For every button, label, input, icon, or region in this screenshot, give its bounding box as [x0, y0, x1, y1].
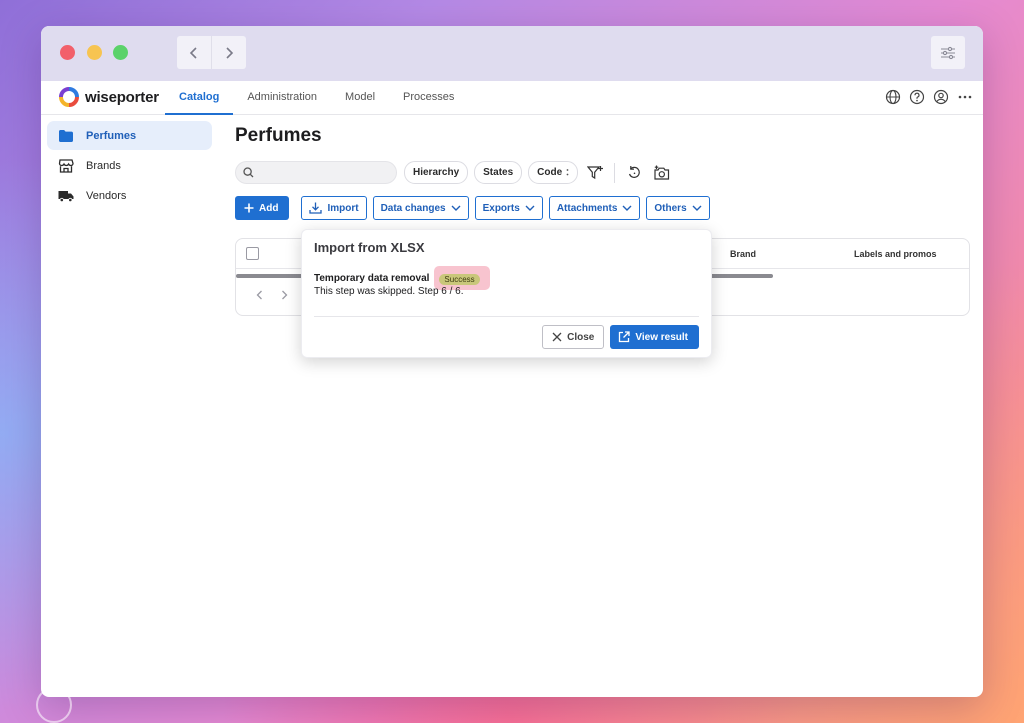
app-header: wiseporter Catalog Administration Model …	[41, 81, 983, 115]
vertical-dots-icon	[566, 169, 569, 176]
download-icon	[309, 202, 323, 214]
search-input[interactable]	[258, 167, 388, 178]
minimize-window-button[interactable]	[87, 45, 102, 60]
close-button-label: Close	[567, 331, 595, 343]
maximize-window-button[interactable]	[113, 45, 128, 60]
next-page-button[interactable]	[281, 289, 288, 303]
sidebar-item-label: Perfumes	[86, 129, 137, 142]
chevron-left-icon	[256, 290, 262, 300]
help-icon[interactable]	[909, 89, 925, 105]
truck-icon	[58, 190, 74, 202]
select-all-checkbox[interactable]	[246, 247, 259, 260]
main-tabs: Catalog Administration Model Processes	[165, 81, 468, 115]
filter-toolbar: Hierarchy States Code	[235, 161, 971, 184]
attachments-dropdown[interactable]: Attachments	[548, 196, 641, 220]
add-filter-button[interactable]	[584, 161, 606, 184]
others-label: Others	[654, 202, 687, 214]
toolbar-divider	[614, 162, 616, 183]
view-result-button[interactable]: View result	[610, 325, 699, 349]
main-content: Perfumes Hierarchy States Code Add Impor…	[235, 121, 971, 316]
chevron-right-icon	[225, 46, 233, 59]
refresh-icon	[628, 166, 640, 178]
forward-button[interactable]	[211, 36, 245, 69]
add-button[interactable]: Add	[235, 196, 290, 220]
header-actions	[885, 89, 973, 105]
add-button-label: Add	[259, 202, 279, 214]
app-window: wiseporter Catalog Administration Model …	[41, 26, 983, 697]
view-result-label: View result	[635, 331, 688, 343]
sidebar: Perfumes Brands Vendors	[47, 121, 212, 211]
filter-plus-icon	[586, 165, 603, 179]
previous-page-button[interactable]	[256, 289, 263, 303]
chevron-down-icon	[622, 205, 632, 211]
exports-label: Exports	[482, 202, 520, 214]
folder-icon	[59, 129, 73, 142]
action-toolbar: Add Import Data changes Exports Attachme…	[235, 196, 971, 220]
assistant-bubble[interactable]	[36, 687, 72, 723]
window-settings-button[interactable]	[931, 36, 965, 69]
search-box	[235, 161, 397, 184]
close-icon	[552, 332, 562, 342]
states-chip[interactable]: States	[474, 161, 523, 184]
tab-catalog[interactable]: Catalog	[165, 81, 234, 115]
chevron-down-icon	[525, 205, 535, 211]
pagination	[256, 289, 288, 303]
status-badge: Success	[439, 274, 480, 285]
sidebar-item-label: Brands	[86, 159, 121, 172]
wiseporter-logo-icon	[59, 87, 79, 107]
search-icon	[243, 167, 254, 178]
attachments-label: Attachments	[556, 202, 618, 214]
back-button[interactable]	[177, 36, 211, 69]
popover-divider	[314, 316, 699, 317]
chevron-down-icon	[692, 205, 702, 211]
refresh-button[interactable]	[623, 161, 645, 184]
tab-administration[interactable]: Administration	[233, 81, 331, 115]
step-label: Temporary data removal	[314, 272, 430, 284]
chevron-right-icon	[282, 290, 288, 300]
popover-title: Import from XLSX	[314, 240, 425, 255]
close-button[interactable]: Close	[542, 325, 605, 349]
brand-logo[interactable]: wiseporter	[59, 87, 159, 107]
data-changes-dropdown[interactable]: Data changes	[372, 196, 469, 220]
camera-plus-icon	[654, 165, 670, 180]
exports-dropdown[interactable]: Exports	[474, 196, 543, 220]
import-button[interactable]: Import	[301, 196, 367, 220]
column-header-labels[interactable]: Labels and promos	[854, 249, 937, 259]
sidebar-item-brands[interactable]: Brands	[47, 151, 212, 180]
chevron-down-icon	[451, 205, 461, 211]
external-link-icon	[619, 331, 631, 343]
code-chip[interactable]: Code	[528, 161, 579, 184]
add-photo-button[interactable]	[651, 161, 673, 184]
hierarchy-chip[interactable]: Hierarchy	[404, 161, 469, 184]
column-header-brand[interactable]: Brand	[730, 249, 756, 259]
code-chip-label: Code	[537, 167, 563, 178]
sidebar-item-vendors[interactable]: Vendors	[47, 181, 212, 210]
brand-name: wiseporter	[85, 88, 159, 106]
page-title: Perfumes	[235, 125, 322, 146]
data-changes-label: Data changes	[380, 202, 446, 214]
history-nav	[177, 36, 246, 69]
sidebar-item-label: Vendors	[86, 189, 127, 202]
import-button-label: Import	[327, 202, 359, 214]
store-icon	[58, 158, 74, 173]
popover-actions: Close View result	[542, 325, 699, 349]
sidebar-item-perfumes[interactable]: Perfumes	[47, 121, 212, 150]
tab-model[interactable]: Model	[331, 81, 389, 115]
chevron-left-icon	[189, 46, 197, 59]
others-dropdown[interactable]: Others	[646, 196, 710, 220]
close-window-button[interactable]	[60, 45, 75, 60]
globe-icon[interactable]	[885, 89, 901, 105]
plus-icon	[244, 203, 254, 213]
step-message: This step was skipped. Step 6 / 6.	[314, 286, 464, 297]
user-account-icon[interactable]	[933, 89, 949, 105]
more-options-icon[interactable]	[957, 89, 973, 105]
sliders-icon	[941, 46, 955, 59]
tab-processes[interactable]: Processes	[389, 81, 468, 115]
window-titlebar	[41, 26, 983, 81]
import-status-popover: Import from XLSX Temporary data removal …	[301, 229, 712, 358]
